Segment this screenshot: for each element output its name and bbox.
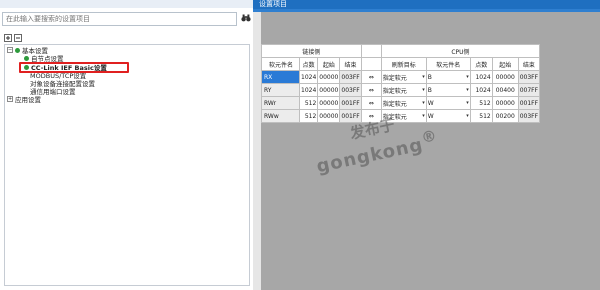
- cpu-points-cell: 512: [469, 96, 493, 110]
- dropdown-value: 指定软元: [382, 113, 407, 121]
- arrow-header-cell: [360, 44, 382, 58]
- points-cell[interactable]: 512: [298, 96, 319, 110]
- panel-subbar: [253, 9, 600, 12]
- dropdown-arrow-icon: ▾: [422, 87, 425, 93]
- dropdown-arrow-icon: ▾: [466, 87, 469, 93]
- col-header: 结束: [339, 57, 362, 71]
- cpu-device-dropdown[interactable]: W ▾: [425, 109, 471, 123]
- points-cell[interactable]: 1024: [298, 70, 319, 84]
- group-header-cpu: CPU侧: [380, 44, 541, 58]
- expand-icon[interactable]: +: [7, 96, 13, 102]
- cpu-start-cell[interactable]: 00400: [491, 83, 519, 97]
- search-button[interactable]: [241, 13, 251, 23]
- points-cell[interactable]: 1024: [298, 83, 319, 97]
- col-header: 软元件名: [425, 57, 471, 71]
- cpu-device-dropdown[interactable]: W ▾: [425, 96, 471, 110]
- refresh-settings-table: 链接侧 CPU侧 软元件名 点数 起始 结束 刷新目标 软元件名 点数 起始 结…: [261, 44, 541, 123]
- table-row[interactable]: RY 1024 00000 003FF ⇔ 指定软元 ▾ B ▾ 1024 0040…: [261, 83, 541, 97]
- cpu-device-dropdown[interactable]: B ▾: [425, 83, 471, 97]
- end-cell: 003FF: [339, 83, 362, 97]
- cpu-end-cell: 001FF: [517, 96, 541, 110]
- cpu-device-dropdown[interactable]: B ▾: [425, 70, 471, 84]
- col-header: 点数: [298, 57, 319, 71]
- cpu-points-cell: 1024: [469, 83, 493, 97]
- cpu-end-cell: 003FF: [517, 70, 541, 84]
- refresh-arrow-icon: ⇔: [360, 96, 382, 110]
- panel-left-edge: [253, 12, 261, 290]
- device-name-cell[interactable]: RY: [261, 83, 300, 97]
- refresh-target-dropdown[interactable]: 指定软元 ▾: [380, 70, 427, 84]
- dropdown-arrow-icon: ▾: [422, 113, 425, 119]
- col-header: 刷新目标: [380, 57, 427, 71]
- cpu-start-cell[interactable]: 00200: [491, 109, 519, 123]
- col-header: 点数: [469, 57, 493, 71]
- tree-item-own-node[interactable]: 自节点设置: [24, 54, 64, 63]
- dropdown-value: 指定软元: [382, 100, 407, 108]
- panel-top-strip: [0, 0, 253, 8]
- table-row[interactable]: RX 1024 00000 003FF ⇔ 指定软元 ▾ B ▾ 1024 0000…: [261, 70, 541, 84]
- collapse-all-icon[interactable]: [14, 34, 22, 42]
- cpu-points-cell: 512: [469, 109, 493, 123]
- dropdown-arrow-icon: ▾: [466, 100, 469, 106]
- end-cell: 001FF: [339, 96, 362, 110]
- refresh-arrow-icon: ⇔: [360, 70, 382, 84]
- device-name-cell[interactable]: RWr: [261, 96, 300, 110]
- tree-item-application-settings[interactable]: + 应用设置: [7, 95, 41, 104]
- dropdown-value: 指定软元: [382, 87, 407, 95]
- settings-tree: − 基本设置 自节点设置 CC-Link IEF Basic设置 MODBUS/…: [4, 44, 250, 286]
- cpu-start-cell[interactable]: 00000: [491, 70, 519, 84]
- group-header-link: 链接侧: [261, 44, 362, 58]
- search-input[interactable]: [2, 12, 237, 26]
- col-header: 软元件名: [261, 57, 300, 71]
- end-cell: 001FF: [339, 109, 362, 123]
- points-cell[interactable]: 512: [298, 109, 319, 123]
- refresh-target-dropdown[interactable]: 指定软元 ▾: [380, 109, 427, 123]
- dropdown-value: 指定软元: [382, 74, 407, 82]
- dropdown-value: W: [427, 112, 434, 120]
- binoculars-icon: [241, 14, 251, 22]
- cpu-end-cell: 003FF: [517, 109, 541, 123]
- panel-title: 设置项目: [253, 0, 600, 9]
- cpu-start-cell[interactable]: 00000: [491, 96, 519, 110]
- tree-item-label: 应用设置: [15, 96, 41, 104]
- col-header: 结束: [517, 57, 541, 71]
- dropdown-arrow-icon: ▾: [466, 74, 469, 80]
- group-header-row: 链接侧 CPU侧: [261, 44, 541, 58]
- refresh-arrow-icon: ⇔: [360, 83, 382, 97]
- status-ok-icon: [15, 47, 20, 53]
- table-row[interactable]: RWw 512 00000 001FF ⇔ 指定软元 ▾ W ▾ 512 00200…: [261, 109, 541, 123]
- refresh-arrow-icon: ⇔: [360, 109, 382, 123]
- start-cell[interactable]: 00000: [317, 109, 341, 123]
- device-name-cell[interactable]: RX: [261, 70, 300, 84]
- dropdown-value: B: [427, 86, 432, 94]
- table-row[interactable]: RWr 512 00000 001FF ⇔ 指定软元 ▾ W ▾ 512 00000…: [261, 96, 541, 110]
- refresh-target-dropdown[interactable]: 指定软元 ▾: [380, 96, 427, 110]
- col-header: 起始: [491, 57, 519, 71]
- tree-toolbar: [4, 34, 22, 44]
- end-cell: 003FF: [339, 70, 362, 84]
- dropdown-value: W: [427, 99, 434, 107]
- settings-content-panel: 设置项目 链接侧 CPU侧 软元件名 点数 起始 结束 刷新目标 软元件名 点数…: [253, 0, 600, 290]
- start-cell[interactable]: 00000: [317, 83, 341, 97]
- expand-all-icon[interactable]: [4, 34, 12, 42]
- collapse-icon[interactable]: −: [7, 47, 13, 53]
- col-header: 起始: [317, 57, 341, 71]
- cpu-end-cell: 007FF: [517, 83, 541, 97]
- cpu-points-cell: 1024: [469, 70, 493, 84]
- arrow-header-cell: [360, 57, 382, 71]
- column-header-row: 软元件名 点数 起始 结束 刷新目标 软元件名 点数 起始 结束: [261, 57, 541, 71]
- device-name-cell[interactable]: RWw: [261, 109, 300, 123]
- start-cell[interactable]: 00000: [317, 70, 341, 84]
- settings-tree-panel: − 基本设置 自节点设置 CC-Link IEF Basic设置 MODBUS/…: [0, 0, 253, 290]
- dropdown-arrow-icon: ▾: [422, 74, 425, 80]
- refresh-target-dropdown[interactable]: 指定软元 ▾: [380, 83, 427, 97]
- highlight-annotation: [19, 62, 129, 73]
- dropdown-arrow-icon: ▾: [466, 113, 469, 119]
- dropdown-value: B: [427, 73, 432, 81]
- dropdown-arrow-icon: ▾: [422, 100, 425, 106]
- start-cell[interactable]: 00000: [317, 96, 341, 110]
- status-ok-icon: [24, 55, 29, 61]
